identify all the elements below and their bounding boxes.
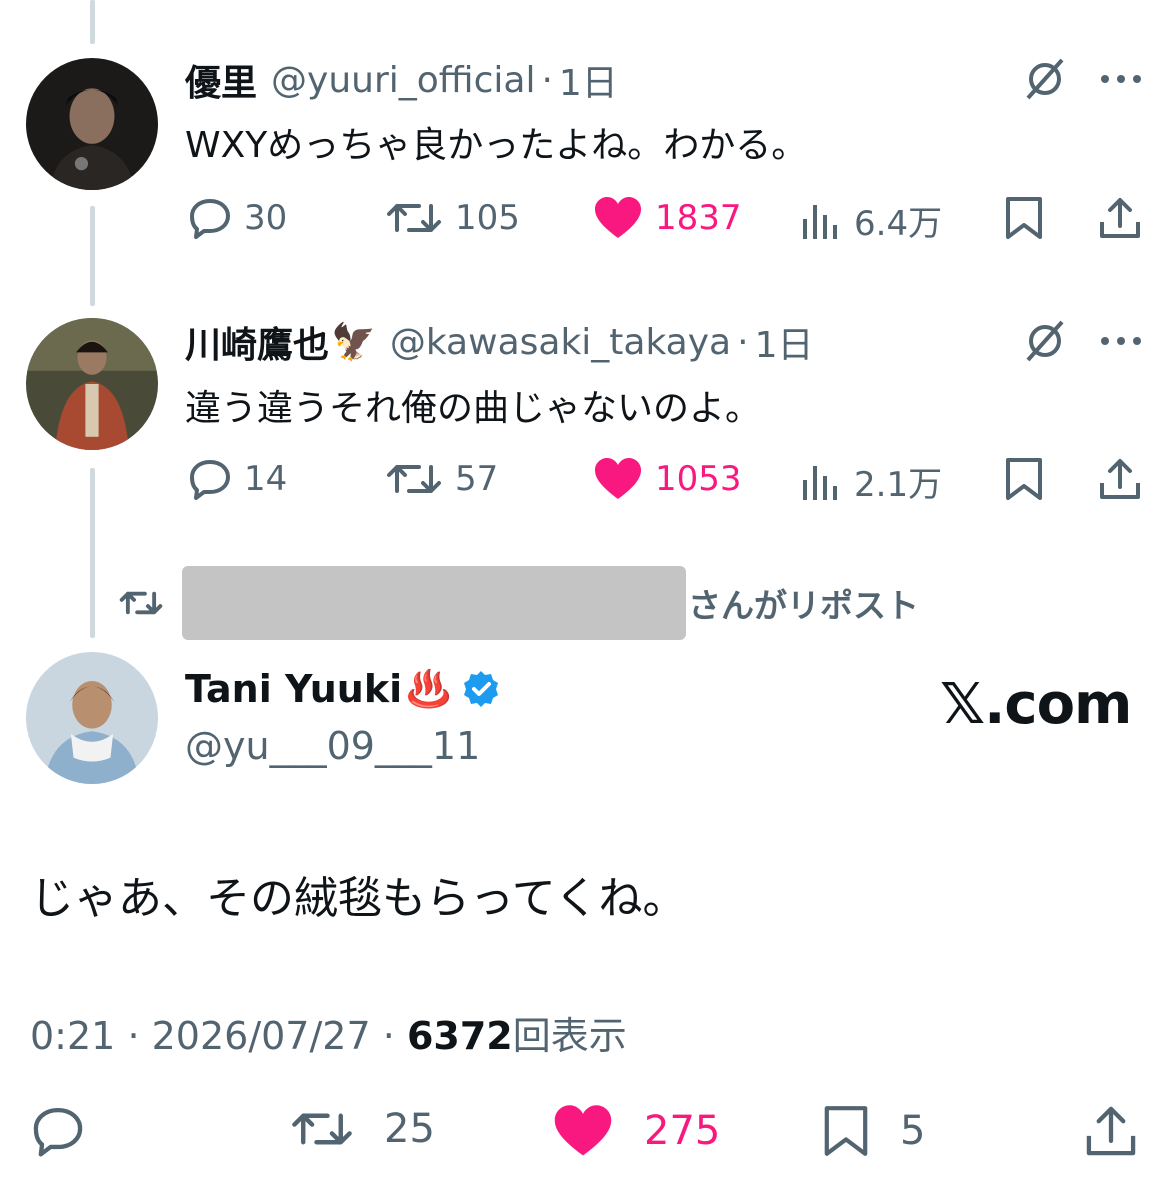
views-button[interactable]: 6.4万 bbox=[800, 196, 942, 245]
tweet-date[interactable]: 2026/07/27 bbox=[152, 1014, 371, 1058]
repost-button[interactable]: 25 bbox=[290, 1104, 435, 1154]
view-count: 6.4万 bbox=[854, 204, 943, 244]
share-icon bbox=[1084, 1104, 1138, 1158]
repost-count: 57 bbox=[455, 459, 499, 499]
like-button[interactable]: 1837 bbox=[593, 196, 742, 240]
display-name[interactable]: 川崎鷹也 bbox=[185, 316, 329, 368]
share-icon bbox=[1098, 457, 1142, 501]
analytics-icon bbox=[800, 199, 842, 243]
user-handle[interactable]: @yu___09___11 bbox=[185, 724, 480, 768]
hot-springs-emoji: ♨️ bbox=[406, 669, 451, 710]
tweet-header: 優里 @yuuri_official · 1日 bbox=[185, 54, 618, 106]
bookmark-icon bbox=[822, 1104, 870, 1158]
timestamp[interactable]: 1日 bbox=[559, 54, 618, 106]
share-button[interactable] bbox=[1098, 196, 1142, 240]
share-icon bbox=[1098, 196, 1142, 240]
heart-icon bbox=[593, 457, 643, 501]
reply-icon bbox=[30, 1104, 86, 1158]
reply-icon bbox=[188, 457, 232, 501]
display-name[interactable]: Tani Yuuki bbox=[185, 667, 402, 711]
reply-count: 14 bbox=[244, 459, 288, 499]
avatar[interactable] bbox=[26, 58, 158, 190]
separator: · bbox=[737, 321, 749, 363]
like-count: 275 bbox=[644, 1108, 721, 1154]
tweet-text: じゃあ、その絨毯もらってくね。 bbox=[30, 873, 687, 924]
more-icon[interactable] bbox=[1101, 337, 1141, 345]
separator: · bbox=[382, 1014, 395, 1058]
like-button[interactable]: 1053 bbox=[593, 457, 742, 501]
bookmark-button[interactable] bbox=[1004, 457, 1044, 501]
like-button[interactable]: 275 bbox=[552, 1104, 720, 1158]
redacted-username bbox=[182, 566, 686, 640]
view-count: 2.1万 bbox=[854, 465, 943, 505]
user-handle[interactable]: @kawasaki_takaya bbox=[390, 322, 731, 363]
separator: · bbox=[541, 59, 553, 101]
avatar[interactable] bbox=[26, 318, 158, 450]
reply-count: 30 bbox=[244, 198, 288, 238]
thread-line bbox=[90, 206, 95, 306]
repost-button[interactable]: 105 bbox=[385, 196, 520, 240]
watermark: 𝕏.com bbox=[940, 672, 1132, 737]
view-count: 6372 bbox=[406, 1014, 513, 1058]
heart-icon bbox=[593, 196, 643, 240]
tweet-time[interactable]: 0:21 bbox=[30, 1014, 115, 1058]
avatar[interactable] bbox=[26, 652, 158, 784]
share-button[interactable] bbox=[1098, 457, 1142, 501]
display-name[interactable]: 優里 bbox=[185, 54, 257, 106]
tweet-header: Tani Yuuki ♨️ bbox=[185, 667, 501, 711]
reposted-label: さんがリポスト bbox=[688, 586, 919, 625]
reply-button[interactable] bbox=[30, 1104, 86, 1158]
repost-icon bbox=[290, 1104, 354, 1154]
view-count-label: 回表示 bbox=[512, 1014, 627, 1058]
heart-icon bbox=[552, 1104, 614, 1158]
thread-line bbox=[90, 0, 95, 44]
tweet-text: WXYめっちゃ良かったよね。わかる。 bbox=[185, 125, 808, 166]
eagle-emoji: 🦅 bbox=[331, 322, 376, 363]
user-handle-row: @yu___09___11 bbox=[185, 724, 480, 768]
repost-count: 25 bbox=[384, 1106, 435, 1152]
tweet-text: 違う違うそれ俺の曲じゃないのよ。 bbox=[185, 388, 762, 429]
views-button[interactable]: 2.1万 bbox=[800, 457, 942, 506]
reply-button[interactable]: 14 bbox=[188, 457, 287, 501]
thread-line bbox=[90, 468, 95, 638]
like-count: 1837 bbox=[655, 198, 742, 238]
tweet-header: 川崎鷹也 🦅 @kawasaki_takaya · 1日 bbox=[185, 316, 813, 368]
timestamp[interactable]: 1日 bbox=[755, 316, 814, 368]
share-button[interactable] bbox=[1084, 1104, 1138, 1158]
tweet-meta: 0:21 · 2026/07/27 · 6372回表示 bbox=[30, 1005, 627, 1060]
reply-button[interactable]: 30 bbox=[188, 196, 287, 240]
user-handle[interactable]: @yuuri_official bbox=[271, 60, 535, 101]
repost-icon bbox=[385, 196, 443, 240]
bookmark-icon bbox=[1004, 457, 1044, 501]
bookmark-button[interactable] bbox=[1004, 196, 1044, 240]
grok-icon[interactable] bbox=[1022, 56, 1068, 106]
repost-count: 105 bbox=[455, 198, 520, 238]
bookmark-icon bbox=[1004, 196, 1044, 240]
analytics-icon bbox=[800, 460, 842, 504]
grok-icon[interactable] bbox=[1022, 318, 1068, 368]
repost-notice: さんがリポスト bbox=[118, 566, 919, 640]
repost-button[interactable]: 57 bbox=[385, 457, 498, 501]
reply-icon bbox=[188, 196, 232, 240]
like-count: 1053 bbox=[655, 459, 742, 499]
repost-icon bbox=[118, 586, 164, 620]
separator: · bbox=[127, 1014, 140, 1058]
repost-icon bbox=[385, 457, 443, 501]
bookmark-button[interactable]: 5 bbox=[822, 1104, 925, 1158]
more-icon[interactable] bbox=[1101, 75, 1141, 83]
verified-badge-icon bbox=[461, 669, 501, 709]
bookmark-count: 5 bbox=[900, 1108, 926, 1154]
